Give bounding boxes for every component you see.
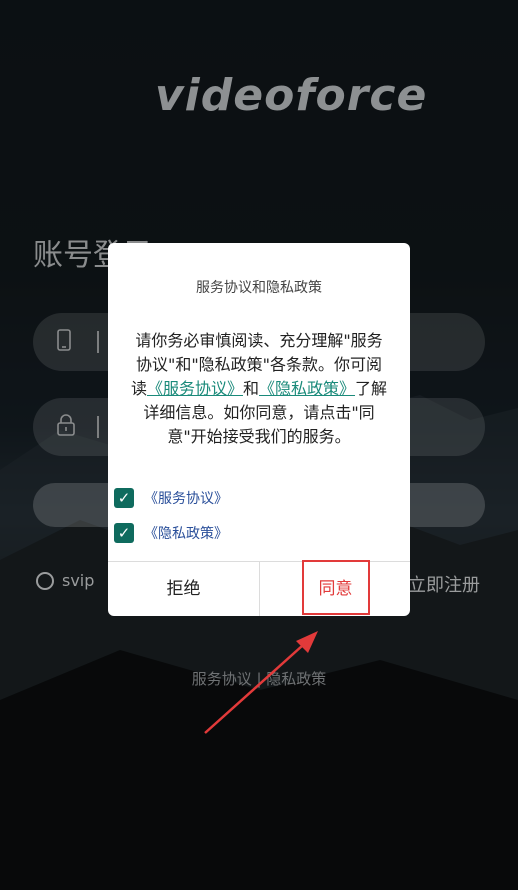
- field-divider: [97, 331, 99, 353]
- footer-agreement-links[interactable]: 服务协议 | 隐私政策: [0, 668, 518, 689]
- privacy-policy-link[interactable]: 《隐私政策》: [259, 379, 355, 398]
- checkbox-service-label[interactable]: 《服务协议》: [144, 488, 228, 508]
- field-divider: [97, 416, 99, 438]
- privacy-policy-checkbox-row[interactable]: ✓ 《隐私政策》: [114, 523, 228, 543]
- app-logo: videoforce: [155, 70, 428, 121]
- service-agreement-checkbox-row[interactable]: ✓ 《服务协议》: [114, 488, 228, 508]
- service-agreement-link[interactable]: 《服务协议》: [147, 379, 243, 398]
- svip-option[interactable]: svip: [36, 571, 94, 590]
- checkbox-checked-icon[interactable]: ✓: [114, 488, 134, 508]
- dialog-text-and: 和: [242, 379, 259, 398]
- dialog-title: 服务协议和隐私政策: [196, 280, 322, 296]
- reject-button[interactable]: 拒绝: [108, 562, 259, 616]
- dialog-body: 请你务必审慎阅读、充分理解"服务协议"和"隐私政策"各条款。你可阅读《服务协议》…: [130, 329, 388, 449]
- phone-icon: [57, 329, 71, 356]
- lock-icon: [57, 414, 75, 441]
- register-link[interactable]: 立即注册: [408, 571, 480, 597]
- checkbox-checked-icon[interactable]: ✓: [114, 523, 134, 543]
- checkbox-privacy-label[interactable]: 《隐私政策》: [144, 523, 228, 543]
- svip-radio[interactable]: [36, 571, 54, 590]
- agree-highlight-box: [302, 560, 370, 615]
- svip-label: svip: [62, 571, 95, 590]
